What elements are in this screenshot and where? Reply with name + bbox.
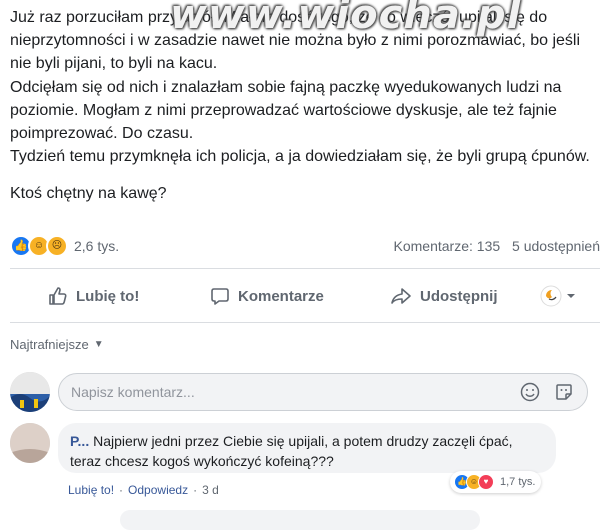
reaction-count[interactable]: 2,6 tys.: [74, 238, 119, 254]
page-avatar-icon: [540, 285, 562, 307]
comment-bubble: P... Najpierw jedni przez Ciebie się upi…: [58, 423, 556, 473]
comment-icon: [211, 288, 229, 305]
watermark-logo: www.wiocha.pl: [170, 0, 522, 38]
comment-composer: [58, 373, 588, 411]
commenter-avatar-image: [10, 423, 50, 463]
avatar[interactable]: [10, 423, 50, 463]
comment-author-link[interactable]: P...: [70, 433, 89, 449]
separator: ·: [193, 483, 198, 497]
comment-text: Najpierw jedni przez Ciebie się upijali,…: [70, 433, 513, 469]
post-paragraph-3: Tydzień temu przymknęła ich policja, a j…: [10, 148, 590, 166]
love-icon: ♥: [478, 474, 494, 490]
reaction-right: Komentarze: 135 5 udostępnień: [394, 238, 600, 254]
chevron-down-icon: [567, 294, 575, 298]
post-question: Ktoś chętny na kawę?: [10, 185, 167, 203]
avatar[interactable]: [10, 372, 50, 412]
shares-count-link[interactable]: 5 udostępnień: [512, 238, 600, 254]
caret-down-icon: ▼: [93, 339, 104, 350]
comment-reaction-count: 1,7 tys.: [500, 476, 536, 488]
divider: [10, 322, 600, 323]
comment-time[interactable]: 3 d: [202, 483, 219, 497]
comment-button[interactable]: Komentarze: [210, 286, 324, 306]
separator: ·: [119, 483, 124, 497]
share-button[interactable]: Udostępnij: [390, 286, 498, 306]
sticker-icon[interactable]: [553, 381, 575, 403]
thumbs-up-icon: [49, 287, 67, 305]
sad-icon: ☹: [46, 235, 68, 257]
next-comment-preview: [120, 510, 480, 530]
comment-sort-dropdown[interactable]: Najtrafniejsze ▼: [10, 337, 104, 352]
comment-meta: Lubię to! · Odpowiedz · 3 d: [68, 483, 219, 497]
user-avatar-image: [10, 372, 50, 412]
comments-count-link[interactable]: Komentarze: 135: [394, 238, 501, 254]
comment-button-label: Komentarze: [238, 287, 324, 305]
divider: [10, 268, 600, 269]
post-as-selector[interactable]: [540, 285, 577, 307]
post-actions: Lubię to! Komentarze Udostępnij: [10, 276, 600, 316]
comment-input[interactable]: [59, 383, 519, 401]
like-button[interactable]: Lubię to!: [48, 286, 139, 306]
comment-like-link[interactable]: Lubię to!: [68, 483, 114, 497]
comment-reactions[interactable]: 👍 ☺ ♥ 1,7 tys.: [450, 471, 542, 493]
emoji-icon[interactable]: [519, 381, 541, 403]
like-button-label: Lubię to!: [76, 287, 140, 305]
reaction-summary-bar: 👍 ☺ ☹ 2,6 tys. Komentarze: 135 5 udostęp…: [10, 234, 600, 258]
post-paragraph-2: Odcięłam się od nich i znalazłam sobie f…: [10, 78, 562, 143]
share-button-label: Udostępnij: [420, 287, 498, 305]
share-arrow-icon: [391, 288, 411, 304]
comment-reply-link[interactable]: Odpowiedz: [128, 483, 188, 497]
reaction-icons[interactable]: 👍 ☺ ☹: [10, 235, 68, 257]
sort-label: Najtrafniejsze: [10, 337, 89, 352]
